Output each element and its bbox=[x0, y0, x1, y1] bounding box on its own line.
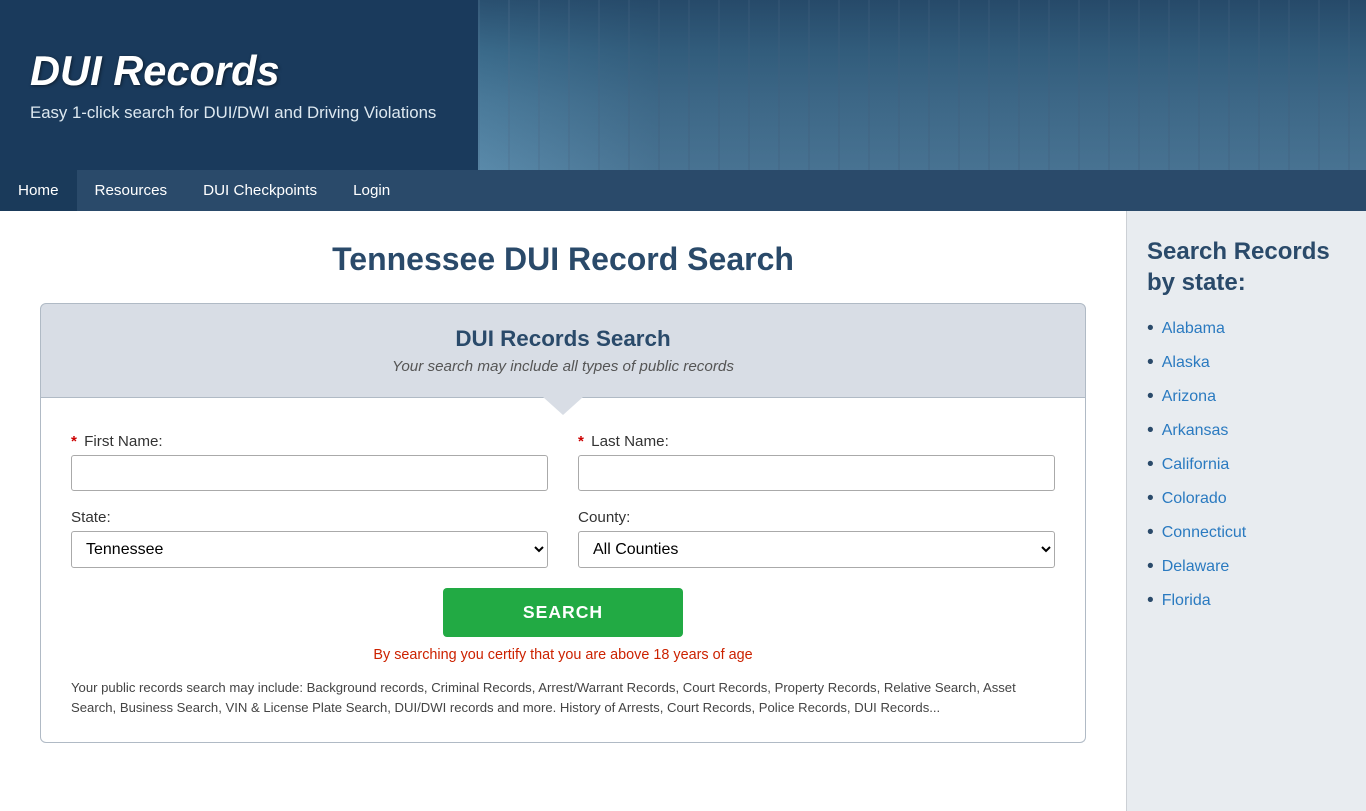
sidebar-state-item: Connecticut bbox=[1147, 522, 1346, 544]
sidebar-state-link-colorado[interactable]: Colorado bbox=[1162, 490, 1227, 508]
sidebar-state-item: Alaska bbox=[1147, 352, 1346, 374]
page-title: Tennessee DUI Record Search bbox=[40, 241, 1086, 278]
state-label: State: bbox=[71, 509, 548, 526]
sidebar-state-link-arkansas[interactable]: Arkansas bbox=[1162, 422, 1229, 440]
sidebar-state-item: Colorado bbox=[1147, 488, 1346, 510]
header-text-block: DUI Records Easy 1-click search for DUI/… bbox=[30, 47, 436, 123]
sidebar-state-item: California bbox=[1147, 454, 1346, 476]
content-area: Tennessee DUI Record Search DUI Records … bbox=[0, 211, 1126, 811]
search-form-container: * First Name: * Last Name: State: bbox=[40, 398, 1086, 743]
main-container: Tennessee DUI Record Search DUI Records … bbox=[0, 211, 1366, 811]
sidebar-state-item: Arizona bbox=[1147, 386, 1346, 408]
last-name-label: * Last Name: bbox=[578, 433, 1055, 450]
state-group: State: Tennessee bbox=[71, 509, 548, 568]
sidebar-state-item: Alabama bbox=[1147, 318, 1346, 340]
nav-login[interactable]: Login bbox=[335, 170, 408, 211]
sidebar-state-link-alabama[interactable]: Alabama bbox=[1162, 320, 1225, 338]
name-row: * First Name: * Last Name: bbox=[71, 433, 1055, 491]
sidebar: Search Records by state: Alabama Alaska Ar… bbox=[1126, 211, 1366, 811]
search-header-box: DUI Records Search Your search may inclu… bbox=[40, 303, 1086, 398]
county-group: County: All Counties bbox=[578, 509, 1055, 568]
sidebar-state-link-florida[interactable]: Florida bbox=[1162, 592, 1211, 610]
age-notice: By searching you certify that you are ab… bbox=[71, 647, 1055, 663]
sidebar-state-link-delaware[interactable]: Delaware bbox=[1162, 558, 1230, 576]
site-title: DUI Records bbox=[30, 47, 436, 95]
nav-home[interactable]: Home bbox=[0, 170, 77, 211]
location-row: State: Tennessee County: All Counties bbox=[71, 509, 1055, 568]
sidebar-title: Search Records by state: bbox=[1147, 236, 1346, 298]
site-subtitle: Easy 1-click search for DUI/DWI and Driv… bbox=[30, 103, 436, 123]
search-button-container: SEARCH bbox=[71, 588, 1055, 637]
nav-dui-checkpoints[interactable]: DUI Checkpoints bbox=[185, 170, 335, 211]
sidebar-state-link-california[interactable]: California bbox=[1162, 456, 1230, 474]
search-box-title: DUI Records Search bbox=[63, 326, 1063, 352]
header-background-image bbox=[478, 0, 1366, 170]
state-select[interactable]: Tennessee bbox=[71, 531, 548, 568]
last-name-group: * Last Name: bbox=[578, 433, 1055, 491]
county-select[interactable]: All Counties bbox=[578, 531, 1055, 568]
sidebar-state-item: Arkansas bbox=[1147, 420, 1346, 442]
search-box-subtitle: Your search may include all types of pub… bbox=[63, 358, 1063, 375]
first-name-input[interactable] bbox=[71, 455, 548, 491]
last-name-input[interactable] bbox=[578, 455, 1055, 491]
sidebar-state-link-alaska[interactable]: Alaska bbox=[1162, 354, 1210, 372]
site-header: DUI Records Easy 1-click search for DUI/… bbox=[0, 0, 1366, 170]
search-button[interactable]: SEARCH bbox=[443, 588, 683, 637]
first-name-label: * First Name: bbox=[71, 433, 548, 450]
county-label: County: bbox=[578, 509, 1055, 526]
sidebar-state-item: Florida bbox=[1147, 590, 1346, 612]
disclaimer-text: Your public records search may include: … bbox=[71, 678, 1055, 717]
sidebar-state-link-arizona[interactable]: Arizona bbox=[1162, 388, 1216, 406]
sidebar-state-item: Delaware bbox=[1147, 556, 1346, 578]
sidebar-state-link-connecticut[interactable]: Connecticut bbox=[1162, 524, 1247, 542]
main-nav: Home Resources DUI Checkpoints Login bbox=[0, 170, 1366, 211]
state-list: Alabama Alaska Arizona Arkansas California Co… bbox=[1147, 318, 1346, 612]
first-name-required-star: * bbox=[71, 433, 77, 450]
first-name-group: * First Name: bbox=[71, 433, 548, 491]
nav-resources[interactable]: Resources bbox=[77, 170, 186, 211]
last-name-required-star: * bbox=[578, 433, 584, 450]
